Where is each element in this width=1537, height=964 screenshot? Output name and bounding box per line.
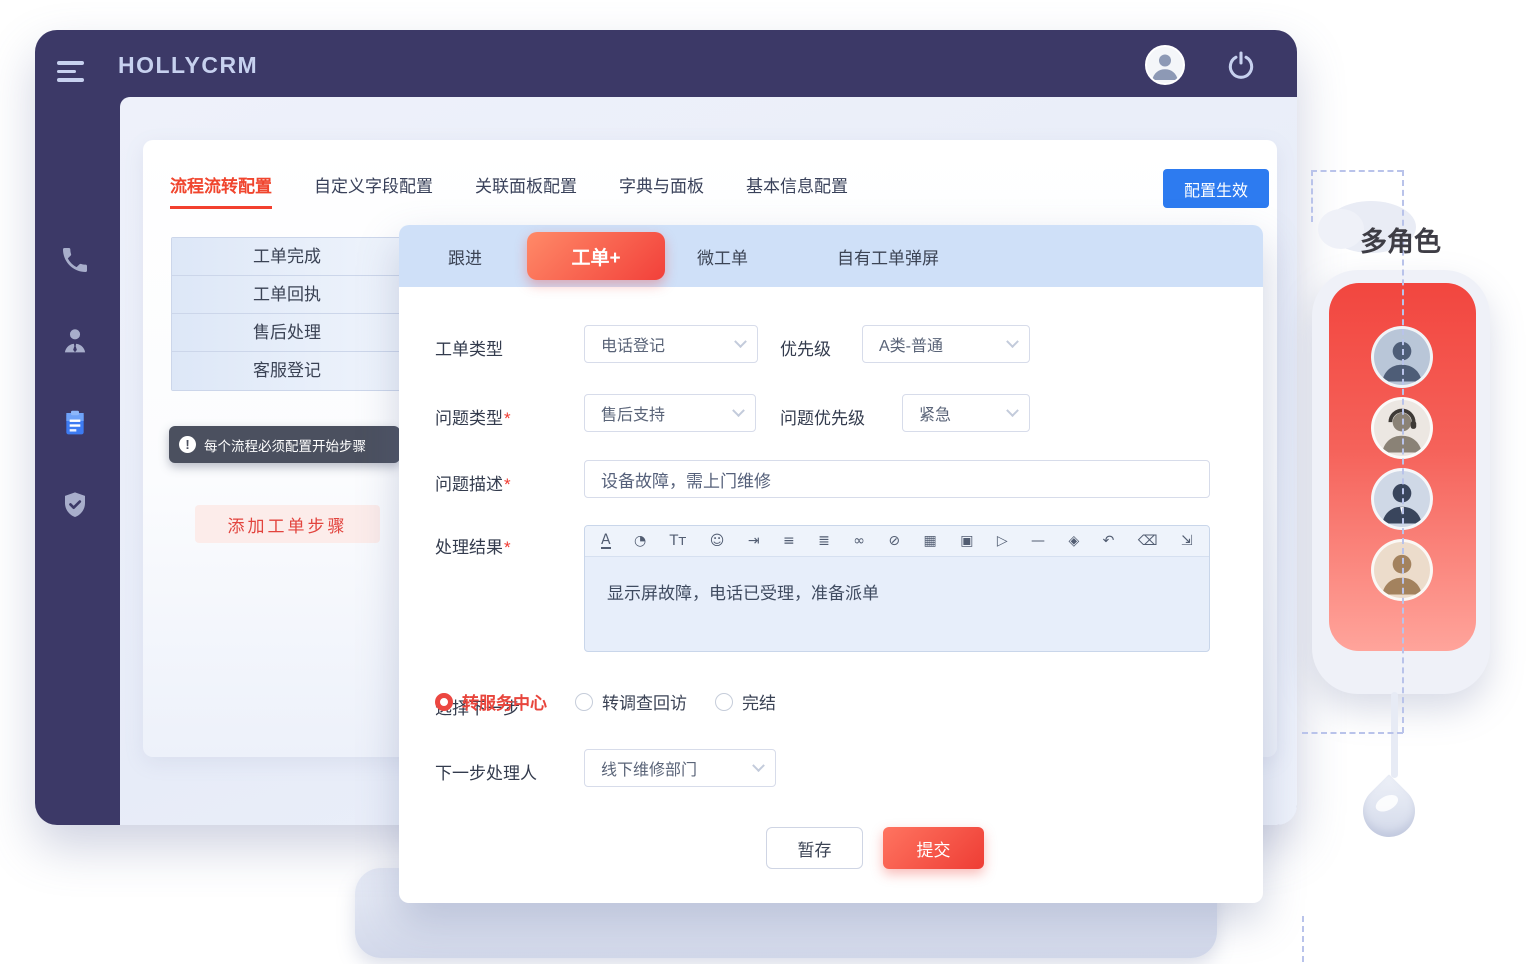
screen: HOLLYCRM 流程流转配置 自定义字段配置 关联面板配置 字典与面板 基本信… — [0, 0, 1537, 964]
dashed-guide-left-stub — [1311, 170, 1313, 222]
result-richtext-editor[interactable]: A ◔ Tт ☺ ⇥ ≡ ≣ ∞ ⊘ ▦ ▣ ▷ — ◈ ↶ ⌫ ⇲ 显示屏故障… — [584, 525, 1210, 652]
exclamation-icon: ! — [179, 436, 196, 453]
table-icon[interactable]: ▦ — [924, 534, 937, 548]
image-icon[interactable]: ▣ — [960, 534, 973, 548]
tab-custom-fields[interactable]: 自定义字段配置 — [314, 172, 433, 206]
result-editor-content[interactable]: 显示屏故障，电话已受理，准备派单 — [585, 557, 1209, 626]
radio-survey-callback-label[interactable]: 转调查回访 — [602, 689, 687, 714]
submit-button[interactable]: 提交 — [883, 827, 984, 869]
flow-item-receipt[interactable]: 工单回执 — [172, 276, 402, 314]
ticket-type-select[interactable]: 电话登记 — [584, 325, 758, 363]
drop-stem-shape — [1391, 692, 1398, 778]
video-icon[interactable]: ▷ — [997, 534, 1008, 548]
config-tabbar: 流程流转配置 自定义字段配置 关联面板配置 字典与面板 基本信息配置 — [170, 172, 848, 209]
chevron-down-icon — [734, 335, 747, 348]
radio-survey-callback[interactable] — [575, 693, 593, 711]
priority-select[interactable]: A类-普通 — [862, 325, 1030, 363]
tab-dictionary-panel[interactable]: 字典与面板 — [619, 172, 704, 206]
notice-tooltip: ! 每个流程必须配置开始步骤 — [169, 426, 400, 463]
sidebar-customer-icon[interactable] — [59, 325, 91, 357]
undo-icon[interactable]: ↶ — [1103, 534, 1115, 548]
notice-text: 每个流程必须配置开始步骤 — [204, 435, 366, 455]
logout-power-icon[interactable] — [1225, 49, 1257, 81]
modal-tabbar: 跟进 工单+ 微工单 自有工单弹屏 — [399, 225, 1263, 287]
text-format-icon[interactable]: Tт — [670, 534, 687, 548]
sidebar-workorder-icon-active[interactable] — [59, 407, 91, 439]
link-remove-icon[interactable]: ⊘ — [888, 534, 900, 548]
radio-finish[interactable] — [715, 693, 733, 711]
workorder-modal: 跟进 工单+ 微工单 自有工单弹屏 工单类型 电话登记 优先级 A类-普通 问题… — [399, 225, 1263, 903]
divider-icon[interactable]: — — [1031, 534, 1045, 548]
radio-finish-label[interactable]: 完结 — [742, 689, 776, 714]
add-step-button[interactable]: 添加工单步骤 — [195, 505, 380, 543]
tab-linked-panel[interactable]: 关联面板配置 — [475, 172, 577, 206]
ticket-type-label: 工单类型 — [435, 335, 503, 360]
priority-label: 优先级 — [780, 335, 831, 360]
link-add-icon[interactable]: ∞ — [853, 534, 865, 548]
emoji-icon[interactable]: ☺ — [710, 534, 725, 548]
result-label: 处理结果* — [435, 533, 511, 558]
flow-item-register[interactable]: 客服登记 — [172, 352, 402, 390]
chevron-down-icon — [732, 404, 745, 417]
multi-role-annotation: 多角色 — [1360, 220, 1441, 259]
indent-icon[interactable]: ⇥ — [748, 534, 760, 548]
align-icon[interactable]: ≡ — [783, 534, 795, 548]
dashed-guide-top — [1311, 170, 1403, 172]
modal-tab-own-popup[interactable]: 自有工单弹屏 — [837, 225, 939, 287]
menu-hamburger-icon[interactable] — [57, 61, 85, 85]
sidebar-security-icon[interactable] — [59, 489, 91, 521]
chevron-down-icon — [1006, 404, 1019, 417]
fullscreen-icon[interactable]: ⇲ — [1181, 534, 1193, 548]
save-draft-button[interactable]: 暂存 — [766, 827, 863, 869]
dashed-guide-bottom — [1302, 732, 1403, 734]
brand-logo: HOLLYCRM — [118, 52, 258, 79]
radio-service-center-label[interactable]: 转服务中心 — [462, 689, 547, 714]
radio-service-center[interactable] — [435, 693, 453, 711]
modal-tab-follow[interactable]: 跟进 — [448, 225, 482, 287]
flow-step-list: 工单完成 工单回执 售后处理 客服登记 — [171, 237, 403, 391]
flow-item-complete[interactable]: 工单完成 — [172, 238, 402, 276]
chevron-down-icon — [1006, 335, 1019, 348]
modal-tab-workorder-active[interactable]: 工单+ — [527, 232, 665, 280]
modal-tab-micro-order[interactable]: 微工单 — [697, 225, 748, 287]
issue-priority-select[interactable]: 紧急 — [902, 394, 1030, 432]
next-handler-label: 下一步处理人 — [435, 759, 537, 784]
chevron-down-icon — [752, 759, 765, 772]
issue-type-select[interactable]: 售后支持 — [584, 394, 756, 432]
color-palette-icon[interactable]: ◔ — [634, 534, 646, 548]
issue-priority-label: 问题优先级 — [780, 404, 865, 429]
tab-flow-config[interactable]: 流程流转配置 — [170, 172, 272, 209]
font-style-icon[interactable]: A — [601, 533, 611, 549]
next-handler-select[interactable]: 线下维修部门 — [584, 749, 776, 787]
water-drop-shape — [1352, 774, 1426, 848]
list-icon[interactable]: ≣ — [818, 534, 830, 548]
issue-desc-label: 问题描述* — [435, 470, 511, 495]
dashed-guide-bottom-stub — [1302, 916, 1304, 962]
editor-toolbar: A ◔ Tт ☺ ⇥ ≡ ≣ ∞ ⊘ ▦ ▣ ▷ — ◈ ↶ ⌫ ⇲ — [585, 526, 1209, 557]
eraser-icon[interactable]: ◈ — [1068, 534, 1079, 548]
delete-icon[interactable]: ⌫ — [1138, 534, 1158, 548]
sidebar-phone-icon[interactable] — [59, 244, 91, 276]
user-avatar[interactable] — [1145, 45, 1185, 85]
tab-basic-info[interactable]: 基本信息配置 — [746, 172, 848, 206]
issue-desc-input[interactable]: 设备故障，需上门维修 — [584, 460, 1210, 498]
apply-config-button[interactable]: 配置生效 — [1163, 169, 1269, 208]
next-step-radio-group: 转服务中心 转调查回访 完结 — [435, 689, 804, 714]
flow-item-aftersales[interactable]: 售后处理 — [172, 314, 402, 352]
issue-type-label: 问题类型* — [435, 404, 511, 429]
